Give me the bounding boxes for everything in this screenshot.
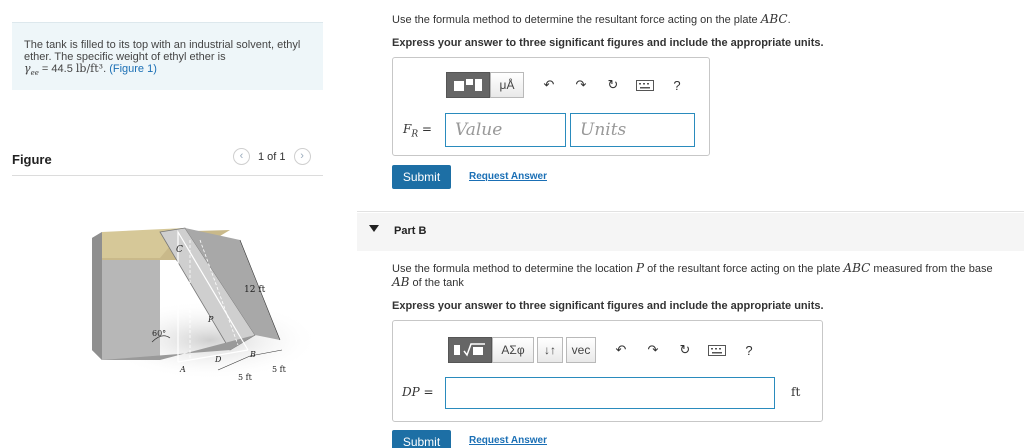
label-a: A <box>179 365 186 374</box>
dp-unit: ft <box>791 385 801 399</box>
gamma-value: = 44.5 <box>38 63 76 75</box>
part-b-submit-button[interactable]: Submit <box>392 430 451 448</box>
part-a-toolbar: μÅ ↶ ↷ ↻ ? <box>446 72 688 98</box>
tank-figure: C P B D A 60° 12 ft 5 ft 5 ft <box>92 227 320 382</box>
label-p: P <box>207 315 214 324</box>
part-a-instruction: Express your answer to three significant… <box>392 37 824 49</box>
chevron-right-icon[interactable]: › <box>293 148 311 165</box>
problem-text: The tank is filled to its top with an in… <box>24 39 301 63</box>
fr-label: FR = <box>403 122 432 140</box>
part-a-answer-box: μÅ ↶ ↷ ↻ ? FR = Value Units <box>392 57 710 156</box>
reset-icon[interactable]: ↻ <box>674 337 696 363</box>
label-b: B <box>249 350 256 359</box>
dp-label: DP = <box>402 385 434 399</box>
label-width-2: 5 ft <box>272 365 287 374</box>
figure-link[interactable]: (Figure 1) <box>109 63 157 75</box>
part-b-request-answer-link[interactable]: Request Answer <box>469 435 547 446</box>
caret-down-icon[interactable] <box>369 225 379 232</box>
mu-angstrom-button[interactable]: μÅ <box>490 72 524 98</box>
part-a-prompt: Use the formula method to determine the … <box>392 12 791 26</box>
gamma-symbol: γee <box>24 62 39 78</box>
figure-pager: ‹ 1 of 1 › <box>233 148 311 165</box>
redo-icon[interactable]: ↷ <box>642 337 664 363</box>
part-b-instruction: Express your answer to three significant… <box>392 300 824 312</box>
reset-icon[interactable]: ↻ <box>602 72 624 98</box>
part-b-answer-box: ΑΣφ ↓↑ vec ↶ ↷ ↻ ? DP = ft <box>392 320 823 422</box>
part-divider <box>357 211 1024 212</box>
part-a-submit-button[interactable]: Submit <box>392 165 451 189</box>
vector-button[interactable]: vec <box>566 337 596 363</box>
label-height: 12 ft <box>244 285 266 295</box>
undo-icon[interactable]: ↶ <box>610 337 632 363</box>
part-b-prompt: Use the formula method to determine the … <box>392 261 993 290</box>
figure-title: Figure <box>12 152 52 167</box>
part-b-header[interactable]: Part B <box>357 213 1024 251</box>
pager-text: 1 of 1 <box>258 150 286 163</box>
keyboard-icon[interactable] <box>706 337 728 363</box>
chevron-left-icon[interactable]: ‹ <box>233 148 250 165</box>
value-input[interactable]: Value <box>445 113 566 147</box>
help-button[interactable]: ? <box>738 337 760 363</box>
figure-header: Figure ‹ 1 of 1 › <box>12 148 323 176</box>
redo-icon[interactable]: ↷ <box>570 72 592 98</box>
dp-input[interactable] <box>445 377 775 409</box>
keyboard-icon[interactable] <box>634 72 656 98</box>
units-input[interactable]: Units <box>570 113 695 147</box>
help-button[interactable]: ? <box>666 72 688 98</box>
part-a-request-answer-link[interactable]: Request Answer <box>469 171 547 182</box>
label-d: D <box>214 355 222 364</box>
undo-icon[interactable]: ↶ <box>538 72 560 98</box>
subscript-superscript-button[interactable]: ↓↑ <box>537 337 563 363</box>
label-angle: 60° <box>152 329 166 338</box>
answer-column: Use the formula method to determine the … <box>357 0 1024 448</box>
gamma-unit: lb/ft³ <box>75 62 104 75</box>
part-b-toolbar: ΑΣφ ↓↑ vec ↶ ↷ ↻ ? <box>448 337 760 363</box>
greek-symbols-button[interactable]: ΑΣφ <box>492 337 534 363</box>
templates-sqrt-icon[interactable] <box>448 337 492 363</box>
templates-icon[interactable] <box>446 72 490 98</box>
label-c: C <box>176 245 183 255</box>
label-width-1: 5 ft <box>238 373 253 382</box>
problem-statement: The tank is filled to its top with an in… <box>12 22 323 90</box>
part-b-title: Part B <box>394 225 427 237</box>
